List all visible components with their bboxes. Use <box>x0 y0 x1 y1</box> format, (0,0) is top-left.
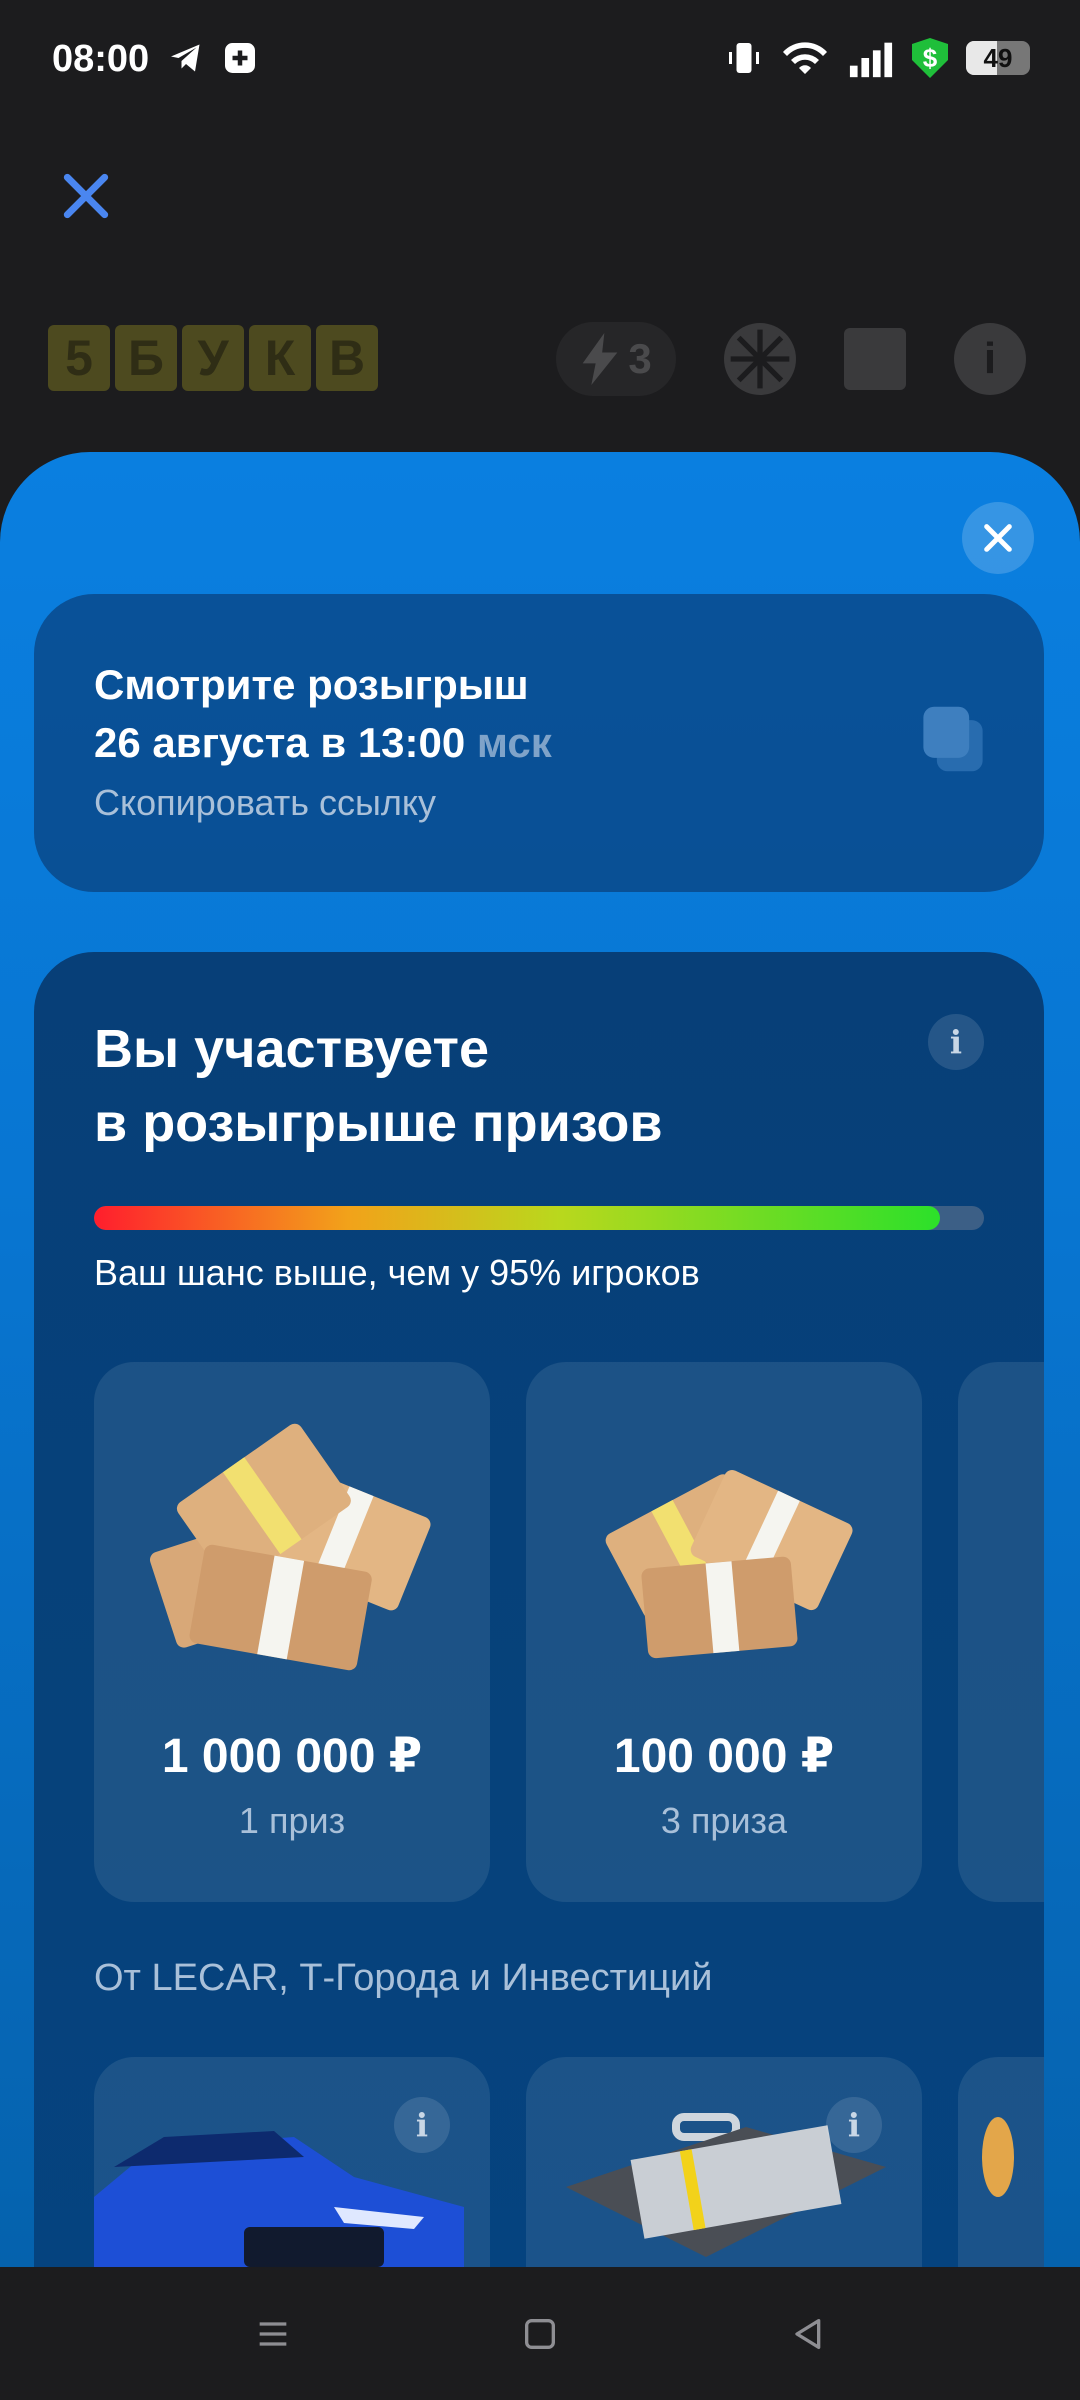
food-image <box>982 2117 1014 2197</box>
prize-amount: 100 000 ₽ <box>613 1730 835 1783</box>
menu-icon[interactable] <box>253 2314 293 2354</box>
prize-card[interactable]: 1 000 000 ₽ 1 приз <box>94 1362 490 1902</box>
toolbox-image <box>566 2113 886 2257</box>
prize-count: 1 приз <box>238 1800 346 1841</box>
wifi-icon <box>783 42 827 74</box>
telegram-icon <box>171 44 200 72</box>
info-icon[interactable]: i <box>954 323 1026 395</box>
sheet-close-button[interactable] <box>962 502 1034 574</box>
logo-letter: 5 <box>48 325 110 391</box>
back-icon[interactable] <box>787 2314 827 2354</box>
copy-link-label[interactable]: Скопировать ссылку <box>94 782 436 824</box>
draw-date: 26 августа в 13:00 <box>94 719 466 766</box>
wheel-shape <box>730 329 790 389</box>
battery-percent: 49 <box>983 42 1013 73</box>
draw-title-line1: Смотрите розыгрыш <box>94 661 529 708</box>
copy-icon[interactable] <box>920 704 986 774</box>
logo-letter: У <box>182 325 244 391</box>
prize-card-partial[interactable] <box>958 1362 1044 1902</box>
info-icon[interactable]: i <box>826 2097 882 2153</box>
partner-prize-list: i i <box>94 2057 1044 2267</box>
participation-title: Вы участвуете в розыгрыше призов <box>94 1012 663 1160</box>
status-time: 08:00 <box>52 38 150 80</box>
wheel-icon[interactable] <box>724 323 796 395</box>
close-icon[interactable] <box>58 168 114 224</box>
participation-card: Вы участвуете в розыгрыше призов i Ваш ш… <box>34 952 1044 2267</box>
chance-text: Ваш шанс выше, чем у 95% игроков <box>94 1252 700 1293</box>
vibrate-icon <box>729 43 759 73</box>
prize-sheet: Смотрите розыгрыш 26 августа в 13:00 мск… <box>0 452 1080 2267</box>
info-icon[interactable]: i <box>928 1014 984 1070</box>
home-icon[interactable] <box>520 2314 560 2354</box>
game-toolbar: 3 i <box>556 322 1026 396</box>
logo-letter: Б <box>115 325 177 391</box>
status-notifications <box>168 40 258 76</box>
battery-icon: 49 <box>966 41 1030 75</box>
status-bar: 08:00 $ 49 <box>0 0 1080 125</box>
app-icon <box>225 43 255 73</box>
logo-letter: В <box>316 325 378 391</box>
partners-title: От LECAR, Т-Города и Инвестиций <box>94 1957 713 1999</box>
car-image <box>94 2131 464 2267</box>
participation-title-line2: в розыгрыше призов <box>94 1093 663 1153</box>
signal-icon <box>849 42 893 78</box>
draw-title-line2: 26 августа в 13:00 мск <box>94 714 552 772</box>
partner-prize-card[interactable]: i <box>526 2057 922 2267</box>
prize-amount: 1 000 000 ₽ <box>161 1730 423 1783</box>
prize-count: 3 приза <box>660 1800 788 1841</box>
money-stack-image <box>605 1470 853 1659</box>
info-icon[interactable]: i <box>394 2097 450 2153</box>
logo-letter: К <box>249 325 311 391</box>
money-stack-image <box>149 1423 431 1671</box>
draw-title: Смотрите розыгрыш 26 августа в 13:00 мск <box>94 656 552 772</box>
draw-timezone: мск <box>476 719 552 766</box>
status-system-icons: $ 49 <box>726 38 1030 78</box>
partner-prize-card-partial[interactable] <box>958 2057 1044 2267</box>
partner-prize-card[interactable]: i <box>94 2057 490 2267</box>
shield-icon: $ <box>912 38 948 78</box>
energy-count: 3 <box>628 335 652 382</box>
system-navigation-bar <box>0 2267 1080 2400</box>
lightning-icon <box>582 333 618 385</box>
prize-card[interactable]: 100 000 ₽ 3 приза <box>526 1362 922 1902</box>
draw-broadcast-card[interactable]: Смотрите розыгрыш 26 августа в 13:00 мск… <box>34 594 1044 892</box>
energy-button[interactable]: 3 <box>556 322 676 396</box>
game-logo: 5 Б У К В <box>48 325 378 391</box>
chance-progress-fill <box>94 1206 940 1230</box>
close-icon <box>984 524 1012 552</box>
gift-icon[interactable] <box>844 328 906 390</box>
chance-progress-bar <box>94 1206 984 1230</box>
prize-list: 1 000 000 ₽ 1 приз 100 000 ₽ 3 приза <box>94 1362 1044 1902</box>
participation-title-line1: Вы участвуете <box>94 1019 489 1079</box>
